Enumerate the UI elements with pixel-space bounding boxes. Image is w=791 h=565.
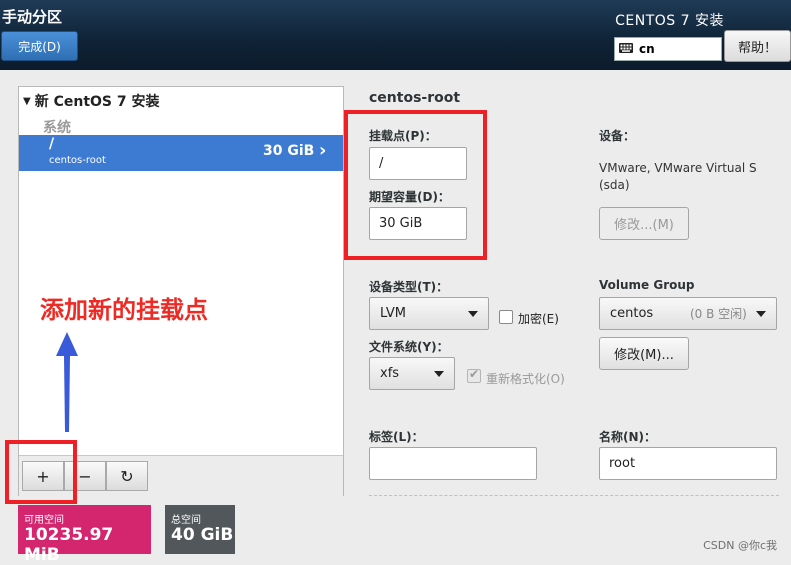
watermark: CSDN @你c我 [703, 539, 777, 552]
highlight-box-add-button [5, 440, 77, 504]
detail-heading: centos-root [369, 90, 461, 106]
volume-group-label: Volume Group [599, 278, 695, 292]
tag-label: 标签(L)： [369, 430, 424, 444]
keyboard-icon [619, 42, 633, 56]
system-group-label: 系统 [43, 120, 71, 136]
filesystem-label: 文件系统(Y)： [369, 340, 449, 354]
install-group-header[interactable]: ▼ 新 CentOS 7 安装 [23, 91, 159, 111]
dropdown-arrow-icon [434, 370, 444, 377]
device-label: 设备： [599, 129, 636, 143]
reformat-checkbox[interactable]: ✔ [467, 367, 481, 383]
detail-divider [369, 495, 779, 496]
total-space-box: 总空间 40 GiB [165, 505, 235, 554]
filesystem-value: xfs [380, 366, 400, 381]
row-mount-point: / [49, 136, 55, 152]
highlight-box-mount-fields [344, 110, 487, 260]
filesystem-select[interactable]: xfs [369, 357, 455, 390]
volume-group-select[interactable]: centos (0 B 空闲) [599, 297, 777, 330]
refresh-button[interactable]: ↻ [106, 461, 148, 491]
device-type-value: LVM [380, 306, 406, 321]
help-button[interactable]: 帮助！ [724, 30, 791, 62]
annotation-arrow-icon [56, 332, 78, 432]
checkmark-icon: ✔ [469, 367, 480, 381]
chevron-right-icon: › [319, 140, 327, 161]
device-type-select[interactable]: LVM [369, 297, 489, 330]
total-space-value: 40 GiB [171, 525, 234, 545]
tag-input[interactable] [369, 447, 537, 480]
done-button[interactable]: 完成(D) [1, 31, 78, 61]
expand-triangle-icon: ▼ [23, 95, 31, 107]
modify-device-button[interactable]: 修改...(M) [599, 207, 689, 240]
annotation-text: 添加新的挂载点 [40, 296, 208, 324]
available-space-label: 可用空间 [24, 515, 64, 526]
page-title: 手动分区 [2, 8, 63, 26]
app-title: CENTOS 7 安装 [615, 13, 724, 29]
modify-volume-group-button[interactable]: 修改(M)... [599, 337, 689, 370]
total-space-label: 总空间 [171, 515, 201, 526]
mount-point-row[interactable]: / centos-root 30 GiB › [19, 135, 343, 171]
volume-group-free: (0 B 空闲) [690, 307, 747, 321]
available-space-value: 10235.97 MiB [24, 525, 114, 565]
reformat-label: 重新格式化(O) [486, 372, 565, 386]
dropdown-arrow-icon [468, 310, 478, 317]
name-input[interactable]: root [599, 447, 777, 480]
row-device-name: centos-root [49, 155, 106, 166]
encrypt-checkbox[interactable] [499, 310, 513, 324]
keyboard-layout-label: cn [639, 42, 655, 56]
install-group-title: 新 CentOS 7 安装 [34, 94, 160, 110]
name-label: 名称(N)： [599, 430, 657, 444]
device-type-label: 设备类型(T)： [369, 280, 449, 294]
available-space-box: 可用空间 10235.97 MiB [18, 505, 151, 565]
row-size: 30 GiB [263, 143, 315, 159]
device-value: VMware, VMware Virtual S (sda) [599, 161, 757, 192]
volume-group-value: centos [610, 306, 654, 321]
keyboard-layout-indicator[interactable]: cn [614, 37, 722, 61]
encrypt-label: 加密(E) [518, 312, 559, 326]
dropdown-arrow-icon [756, 310, 766, 317]
